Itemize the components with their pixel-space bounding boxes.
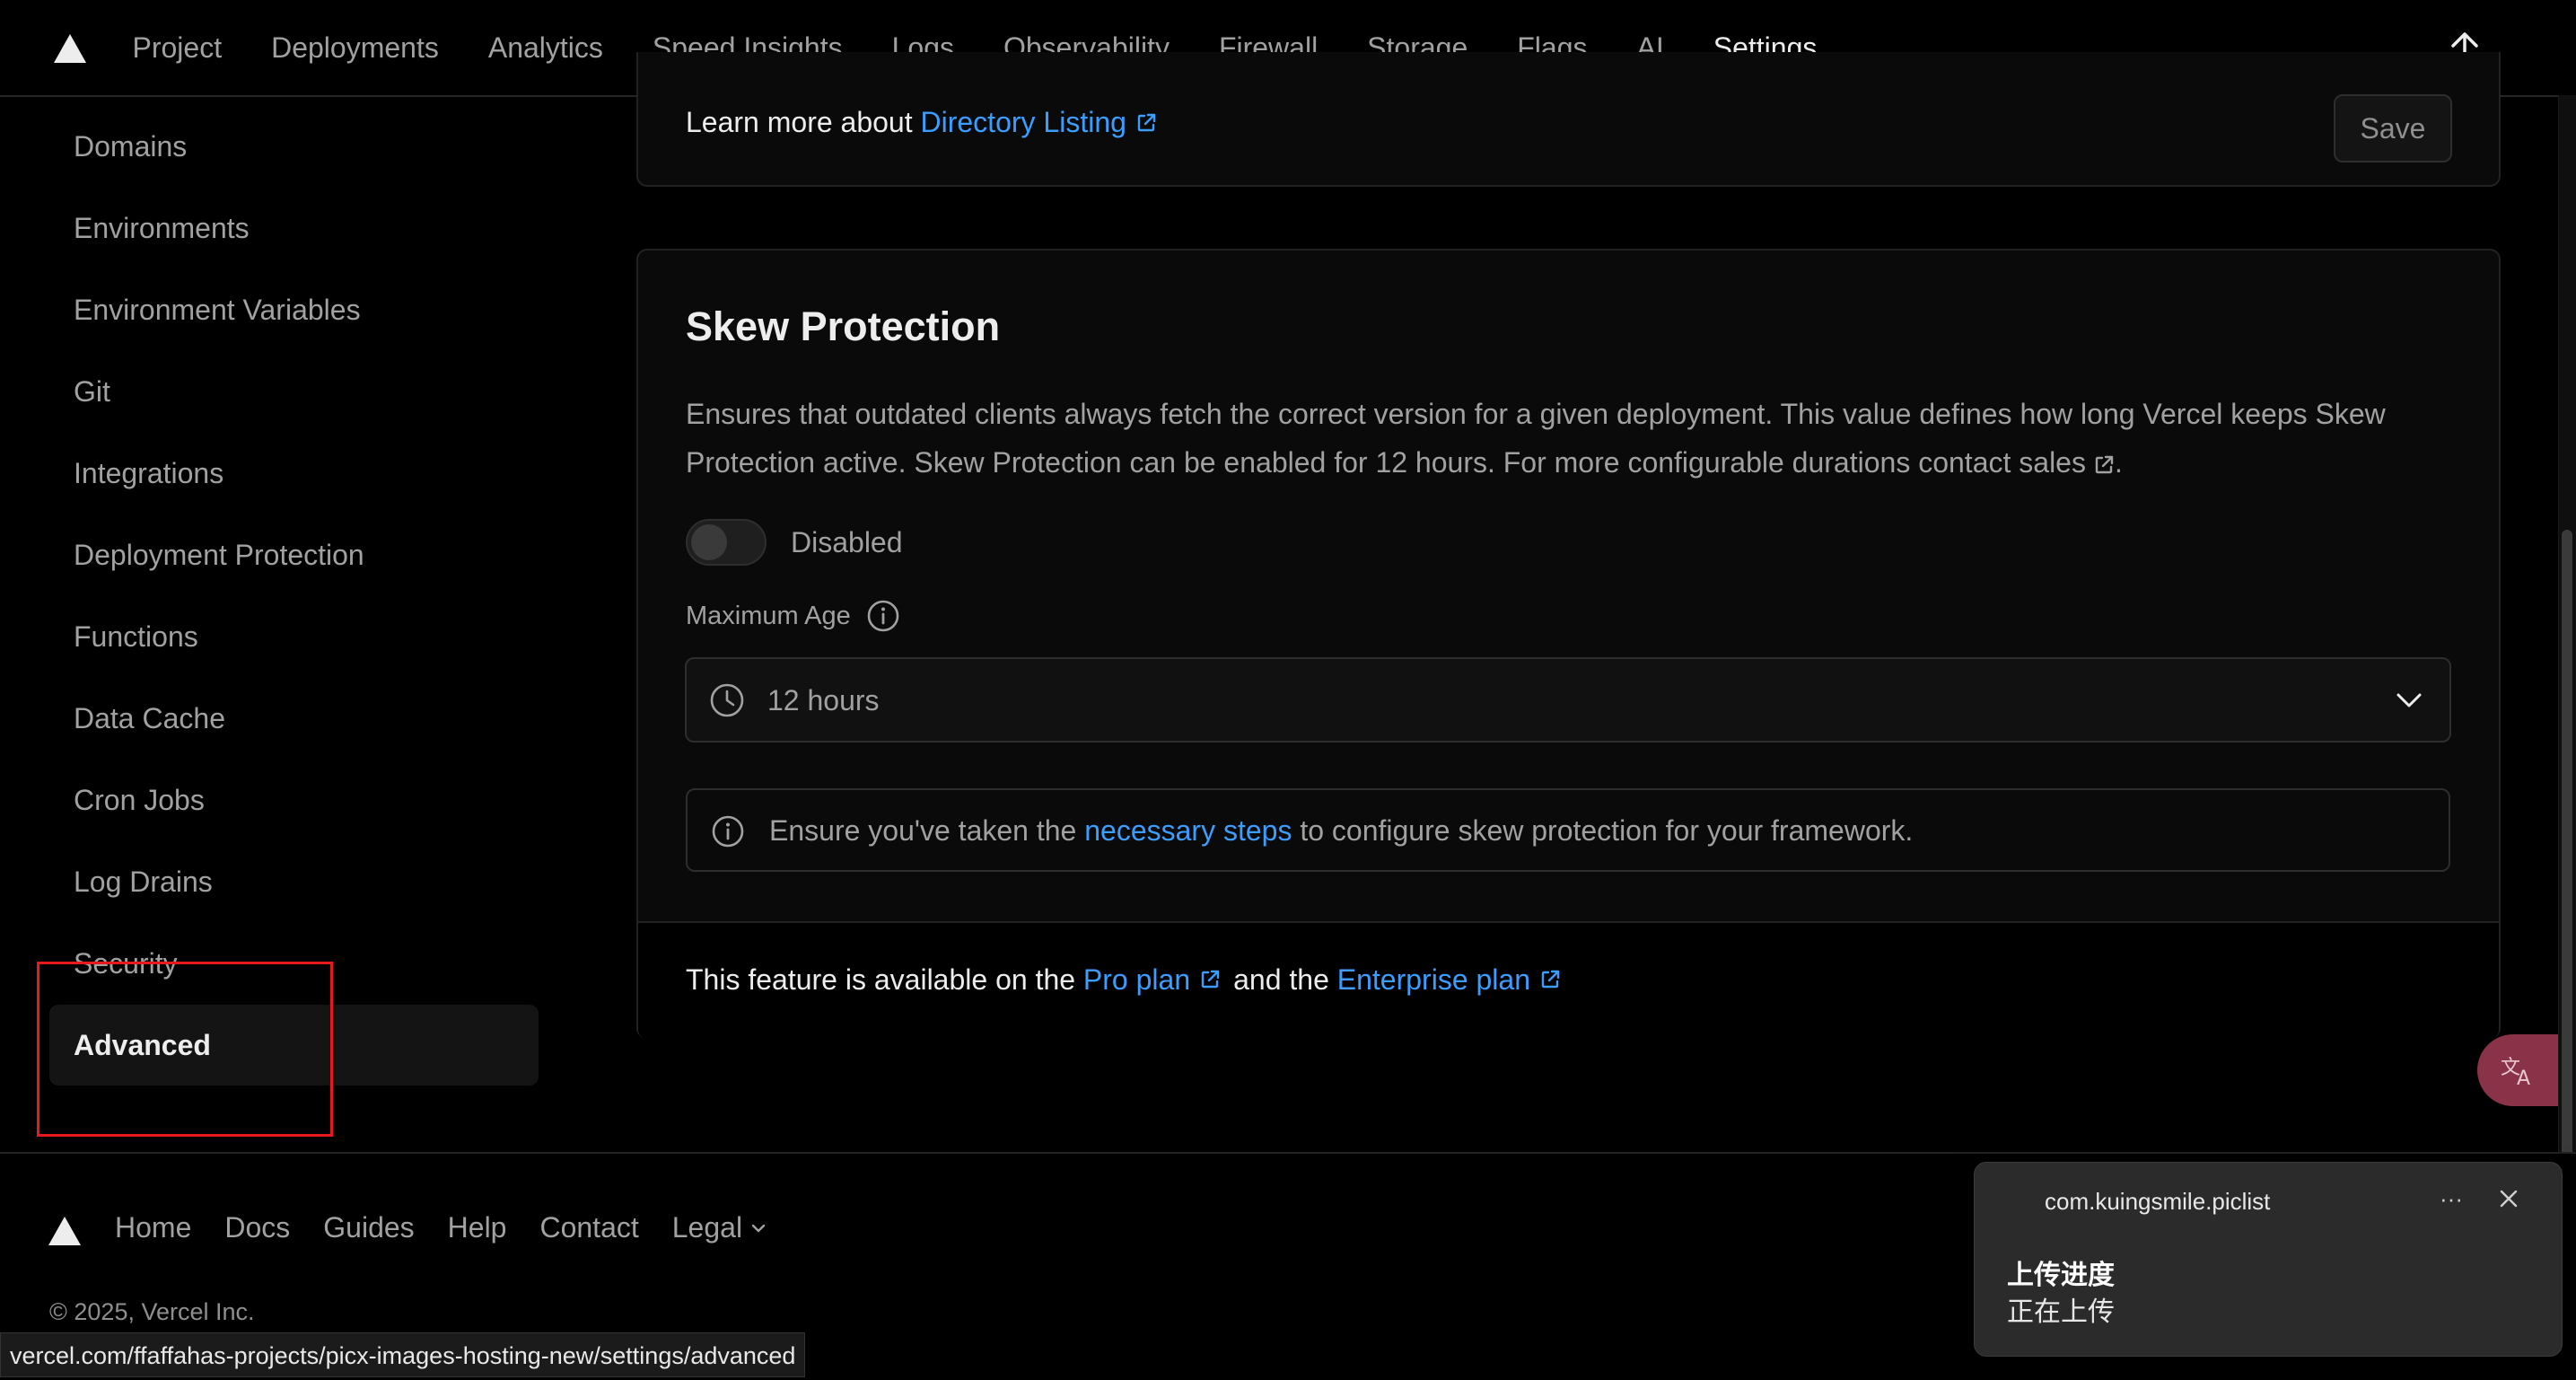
sidebar-item-deployment-protection[interactable]: Deployment Protection [49, 514, 539, 595]
footer-link-home[interactable]: Home [115, 1211, 191, 1244]
legal-label: Legal [671, 1211, 743, 1244]
learn-more-text: Learn more about [686, 106, 913, 138]
plan-availability: This feature is available on the Pro pla… [686, 962, 1573, 998]
tab-project[interactable]: Project [108, 0, 247, 95]
external-link-icon [1199, 969, 1221, 990]
directory-listing-learn-more: Learn more about Directory Listing [686, 106, 1157, 139]
note-prefix: Ensure you've taken the [769, 814, 1077, 847]
info-icon [711, 814, 745, 848]
vercel-logo-icon[interactable] [54, 34, 86, 63]
notification-app-name: com.kuingsmile.piclist [2045, 1188, 2271, 1215]
clock-icon [709, 682, 745, 718]
footer-legal-dropdown[interactable]: Legal [672, 1211, 767, 1244]
availability-prefix: This feature is available on the [686, 963, 1076, 996]
tab-deployments[interactable]: Deployments [247, 0, 464, 95]
footer-link-contact[interactable]: Contact [539, 1211, 638, 1244]
sidebar-item-environments[interactable]: Environments [49, 188, 539, 268]
close-icon[interactable] [2499, 1189, 2519, 1209]
skew-protection-title: Skew Protection [686, 303, 1001, 349]
sidebar-item-integrations[interactable]: Integrations [49, 433, 539, 514]
external-link-icon [1539, 969, 1561, 990]
skew-description-end: . [2114, 446, 2123, 479]
footer-links: Home Docs Guides Help Contact Legal [115, 1211, 767, 1244]
skew-protection-description: Ensures that outdated clients always fet… [686, 390, 2445, 487]
sidebar-item-environment-variables[interactable]: Environment Variables [49, 269, 539, 350]
directory-listing-link[interactable]: Directory Listing [921, 106, 1126, 139]
pro-plan-link[interactable]: Pro plan [1083, 962, 1190, 998]
enterprise-plan-link[interactable]: Enterprise plan [1337, 962, 1530, 998]
maximum-age-label: Maximum Age [686, 602, 851, 630]
notification-more-button[interactable]: ··· [2440, 1185, 2463, 1213]
sidebar-item-git[interactable]: Git [49, 351, 539, 432]
maximum-age-value: 12 hours [767, 684, 880, 716]
svg-text:A: A [2517, 1068, 2530, 1088]
save-button[interactable]: Save [2334, 94, 2452, 163]
necessary-steps-link[interactable]: necessary steps [1084, 814, 1292, 847]
footer-link-help[interactable]: Help [448, 1211, 507, 1244]
skew-protection-card [636, 249, 2501, 1039]
chevron-down-icon [749, 1219, 767, 1237]
sidebar-item-cron-jobs[interactable]: Cron Jobs [49, 760, 539, 840]
footer-link-docs[interactable]: Docs [224, 1211, 290, 1244]
skew-description-text: Ensures that outdated clients always fet… [686, 398, 2386, 479]
and-the-text: and the [1233, 963, 1329, 996]
framework-note-text: Ensure you've taken the necessary steps … [769, 813, 1913, 848]
notification-title: 上传进度 [2007, 1261, 2115, 1290]
toggle-knob [691, 524, 727, 560]
footer-link-guides[interactable]: Guides [323, 1211, 414, 1244]
status-bar-url: vercel.com/ffaffahas-projects/picx-image… [0, 1332, 806, 1377]
copyright-text: © 2025, Vercel Inc. [49, 1298, 255, 1325]
toggle-status-label: Disabled [791, 526, 903, 558]
sidebar-item-functions[interactable]: Functions [49, 596, 539, 677]
chevron-down-icon [2393, 686, 2425, 715]
external-link-icon [1135, 112, 1157, 134]
external-link-icon[interactable] [2093, 454, 2115, 476]
sidebar-item-log-drains[interactable]: Log Drains [49, 841, 539, 922]
notification-body: 正在上传 [2007, 1297, 2115, 1327]
vercel-logo-icon[interactable] [48, 1217, 81, 1245]
sidebar-item-domains[interactable]: Domains [49, 106, 539, 187]
info-icon[interactable] [866, 599, 900, 633]
sidebar-item-advanced[interactable]: Advanced [49, 1005, 539, 1086]
sidebar-item-security[interactable]: Security [49, 923, 539, 1004]
note-suffix: to configure skew protection for your fr… [1300, 814, 1914, 847]
maximum-age-select[interactable] [685, 657, 2451, 743]
tab-analytics[interactable]: Analytics [463, 0, 627, 95]
sidebar-item-data-cache[interactable]: Data Cache [49, 678, 539, 759]
